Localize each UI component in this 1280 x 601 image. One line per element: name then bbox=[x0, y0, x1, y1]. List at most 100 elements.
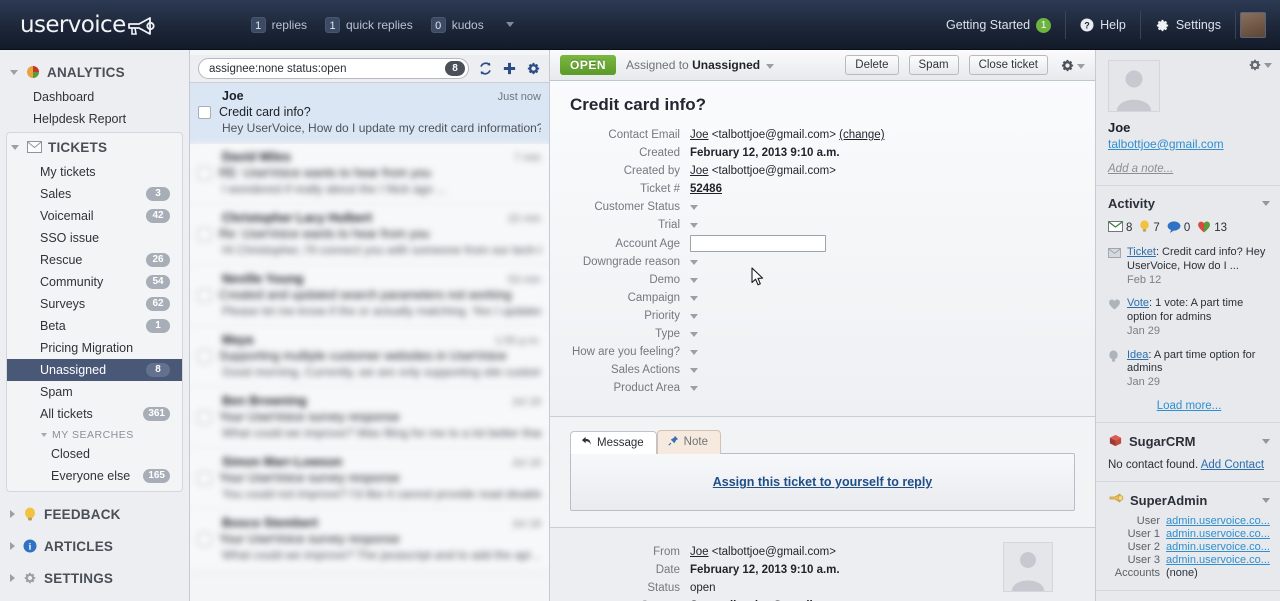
load-more-link[interactable]: Load more... bbox=[1108, 400, 1270, 412]
ticket-list-item[interactable]: Neville Young 53 min Created and updated… bbox=[190, 266, 549, 327]
field-campaign: Campaign bbox=[570, 290, 885, 306]
add-contact-link[interactable]: Add Contact bbox=[1201, 459, 1264, 471]
sidebar-item-closed[interactable]: Closed bbox=[7, 443, 182, 465]
user-avatar[interactable] bbox=[1240, 12, 1266, 38]
field-label: Status bbox=[647, 582, 680, 594]
ticket-checkbox[interactable] bbox=[198, 471, 211, 485]
topbar-kudos[interactable]: 0 kudos bbox=[430, 16, 484, 33]
ticket-checkbox[interactable] bbox=[198, 410, 211, 424]
field-value: open bbox=[690, 582, 716, 594]
sidebar-item-surveys[interactable]: Surveys 62 bbox=[7, 293, 182, 315]
sidebar-item-spam[interactable]: Spam bbox=[7, 381, 182, 403]
from-person-link[interactable]: Joe bbox=[690, 546, 709, 558]
activity-feed-item[interactable]: Ticket: Credit card info? Hey UserVoice,… bbox=[1108, 246, 1270, 287]
contact-email-link[interactable]: talbottjoe@gmail.com bbox=[1108, 137, 1270, 151]
ticket-list-item[interactable]: Bosco Stembert Jul 18 Your UserVoice sur… bbox=[190, 510, 549, 571]
activity-feed-kind[interactable]: Idea bbox=[1127, 349, 1148, 361]
topbar-replies[interactable]: 1 replies bbox=[250, 16, 307, 33]
topbar-quick-replies[interactable]: 1 quick replies bbox=[325, 16, 413, 33]
chevron-down-icon[interactable] bbox=[690, 332, 698, 337]
close-ticket-button[interactable]: Close ticket bbox=[968, 55, 1048, 75]
ticket-list-item[interactable]: Christopher Lacy Hulbert 20 min Re: User… bbox=[190, 205, 549, 266]
sidebar-item-my-tickets[interactable]: My tickets bbox=[7, 161, 182, 183]
activity-feed-item[interactable]: Idea: A part time option for admins Jan … bbox=[1108, 349, 1270, 390]
tab-message[interactable]: Message bbox=[570, 431, 657, 454]
chevron-down-icon[interactable] bbox=[505, 22, 514, 27]
ticket-list-item[interactable]: Simon Marr-Lowson Jul 18 Your UserVoice … bbox=[190, 449, 549, 510]
uservoice-logo[interactable]: uservoice bbox=[20, 12, 156, 38]
sidebar-item-rescue[interactable]: Rescue 26 bbox=[7, 249, 182, 271]
contact-person-link[interactable]: Joe bbox=[690, 129, 709, 141]
settings-button[interactable]: Settings bbox=[1141, 11, 1236, 39]
activity-feed-item[interactable]: Vote: 1 vote: A part time option for adm… bbox=[1108, 297, 1270, 338]
assign-to-self-link[interactable]: Assign this ticket to yourself to reply bbox=[713, 475, 933, 489]
refresh-icon[interactable] bbox=[478, 61, 493, 76]
ticket-options-button[interactable] bbox=[1058, 58, 1087, 73]
ticket-timestamp: Jul 18 bbox=[511, 457, 541, 469]
sidebar-item-dashboard[interactable]: Dashboard bbox=[0, 86, 189, 108]
chevron-down-icon[interactable] bbox=[690, 260, 698, 265]
chevron-down-icon[interactable] bbox=[690, 278, 698, 283]
account-age-input[interactable] bbox=[690, 235, 826, 252]
chevron-down-icon[interactable] bbox=[690, 223, 698, 228]
activity-header[interactable]: Activity bbox=[1108, 196, 1270, 211]
sidebar-item-helpdesk-report[interactable]: Helpdesk Report bbox=[0, 108, 189, 130]
chevron-down-icon[interactable] bbox=[690, 386, 698, 391]
ticket-list-item[interactable]: David Miles 7 min RE: UserVoice wants to… bbox=[190, 144, 549, 205]
sidebar-section-settings[interactable]: SETTINGS bbox=[0, 560, 189, 592]
my-searches-header[interactable]: MY SEARCHES bbox=[7, 425, 182, 443]
sidebar-item-community[interactable]: Community 54 bbox=[7, 271, 182, 293]
ticket-list-item[interactable]: Joe Just now Credit card info? Hey UserV… bbox=[190, 83, 549, 144]
activity-feed-kind[interactable]: Vote bbox=[1127, 297, 1149, 309]
chevron-down-icon[interactable] bbox=[690, 350, 698, 355]
sidebar-item-pricing-migration[interactable]: Pricing Migration bbox=[7, 337, 182, 359]
ticket-checkbox[interactable] bbox=[198, 349, 211, 363]
ticket-list-scroll[interactable]: Joe Just now Credit card info? Hey UserV… bbox=[190, 83, 549, 601]
help-button[interactable]: ? Help bbox=[1066, 11, 1141, 39]
tab-note[interactable]: Note bbox=[656, 430, 721, 454]
sidebar-item-voicemail[interactable]: Voicemail 42 bbox=[7, 205, 182, 227]
activity-feed-kind[interactable]: Ticket bbox=[1127, 246, 1156, 258]
ticket-number-link[interactable]: 52486 bbox=[690, 183, 722, 195]
ticket-list-item[interactable]: Ben Browning Jul 18 Your UserVoice surve… bbox=[190, 388, 549, 449]
ticket-checkbox[interactable] bbox=[198, 227, 211, 241]
ticket-checkbox[interactable] bbox=[198, 166, 211, 180]
delete-button[interactable]: Delete bbox=[845, 55, 899, 75]
search-input[interactable] bbox=[209, 62, 445, 75]
assignment-info[interactable]: Assigned to Unassigned bbox=[626, 58, 775, 72]
chevron-down-icon[interactable] bbox=[690, 296, 698, 301]
sidebar-item-unassigned[interactable]: Unassigned 8 bbox=[7, 359, 182, 381]
ticket-list-item[interactable]: Maya 1:55 p.m. Supporting multiple custo… bbox=[190, 327, 549, 388]
chevron-down-icon[interactable] bbox=[690, 205, 698, 210]
sidebar-item-everyone-else[interactable]: Everyone else 165 bbox=[7, 465, 182, 487]
contact-options-button[interactable] bbox=[1248, 58, 1272, 72]
superadmin-header[interactable]: SuperAdmin bbox=[1108, 492, 1270, 509]
sidebar-item-sso-issue[interactable]: SSO issue bbox=[7, 227, 182, 249]
superadmin-value-link[interactable]: admin.uservoice.co... bbox=[1166, 515, 1270, 527]
creator-person-link[interactable]: Joe bbox=[690, 165, 709, 177]
search-box[interactable]: 8 bbox=[198, 58, 469, 79]
sidebar-section-articles[interactable]: i ARTICLES bbox=[0, 528, 189, 560]
list-settings-gear-icon[interactable] bbox=[526, 61, 541, 76]
getting-started-button[interactable]: Getting Started 1 bbox=[932, 11, 1067, 39]
superadmin-value-link[interactable]: admin.uservoice.co... bbox=[1166, 554, 1270, 566]
add-note-link[interactable]: Add a note... bbox=[1108, 163, 1270, 175]
sidebar-section-feedback[interactable]: FEEDBACK bbox=[0, 496, 189, 528]
add-ticket-icon[interactable] bbox=[502, 61, 517, 76]
ticket-checkbox[interactable] bbox=[198, 288, 211, 302]
ticket-checkbox[interactable] bbox=[198, 105, 211, 119]
superadmin-value-link[interactable]: admin.uservoice.co... bbox=[1166, 541, 1270, 553]
chevron-down-icon[interactable] bbox=[766, 64, 775, 69]
sidebar-item-all-tickets[interactable]: All tickets 361 bbox=[7, 403, 182, 425]
change-email-link[interactable]: (change) bbox=[839, 129, 884, 141]
sidebar-section-analytics[interactable]: ANALYTICS bbox=[0, 58, 189, 86]
chevron-down-icon[interactable] bbox=[690, 314, 698, 319]
ticket-checkbox[interactable] bbox=[198, 532, 211, 546]
superadmin-value-link[interactable]: admin.uservoice.co... bbox=[1166, 528, 1270, 540]
chevron-down-icon[interactable] bbox=[690, 368, 698, 373]
sidebar-item-sales[interactable]: Sales 3 bbox=[7, 183, 182, 205]
sidebar-item-beta[interactable]: Beta 1 bbox=[7, 315, 182, 337]
spam-button[interactable]: Spam bbox=[908, 55, 959, 75]
sidebar-section-tickets[interactable]: TICKETS bbox=[7, 133, 182, 161]
sugarcrm-header[interactable]: SugarCRM bbox=[1108, 433, 1270, 451]
